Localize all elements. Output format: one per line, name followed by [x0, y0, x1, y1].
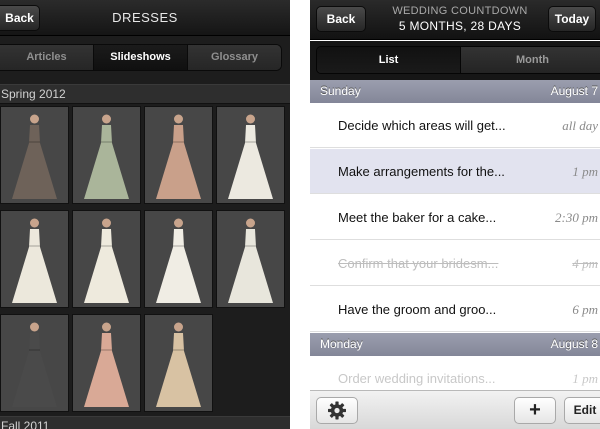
tab-list[interactable]: List: [317, 47, 461, 73]
view-segmented-control: List Month: [316, 46, 600, 74]
dress-thumbnail[interactable]: [144, 314, 213, 412]
dresses-nav-bar: Back DRESSES: [0, 0, 290, 36]
dress-thumbnail[interactable]: [144, 106, 213, 204]
task-title: Have the groom and groo...: [338, 302, 497, 317]
page-title: DRESSES: [112, 10, 178, 25]
dress-thumbnail[interactable]: [216, 106, 285, 204]
dress-thumbnail[interactable]: [0, 314, 69, 412]
day-date: August 7: [550, 84, 598, 98]
task-time: all day: [562, 118, 598, 133]
gear-icon: [328, 401, 346, 420]
countdown-title: WEDDING COUNTDOWN: [392, 5, 528, 17]
task-title: Make arrangements for the...: [338, 164, 505, 179]
dress-photo: [217, 211, 284, 307]
dress-photo: [217, 107, 284, 203]
dress-photo: [1, 107, 68, 203]
dress-thumbnail[interactable]: [72, 210, 141, 308]
back-button[interactable]: Back: [0, 5, 40, 31]
dresses-screen: Back DRESSES Articles Slideshows Glossar…: [0, 0, 290, 429]
countdown-remaining: 5 MONTHS, 28 DAYS: [398, 19, 522, 33]
dress-photo: [145, 107, 212, 203]
task-time: 2:30 pm: [555, 210, 598, 225]
task-time: 1 pm: [572, 164, 598, 179]
dress-thumbnail[interactable]: [216, 210, 285, 308]
task-row-completed[interactable]: Confirm that your bridesm... 4 pm: [310, 241, 600, 286]
dress-photo: [145, 211, 212, 307]
day-date: August 8: [550, 337, 598, 351]
dress-thumbnail[interactable]: [72, 314, 141, 412]
dress-thumbnail[interactable]: [72, 106, 141, 204]
section-header-spring-2012: Spring 2012: [0, 84, 290, 104]
dress-photo: [73, 107, 140, 203]
add-task-button[interactable]: +: [514, 397, 556, 424]
section-header-fall-2011: Fall 2011: [0, 416, 290, 429]
countdown-screen: Back WEDDING COUNTDOWN 5 MONTHS, 28 DAYS…: [310, 0, 600, 429]
edit-button[interactable]: Edit: [564, 397, 600, 424]
day-header-monday: Monday August 8: [310, 333, 600, 356]
day-name: Monday: [320, 337, 363, 351]
view-switcher-bar: List Month: [310, 41, 600, 80]
task-row-selected[interactable]: Make arrangements for the... 1 pm: [310, 149, 600, 194]
dress-photo: [145, 315, 212, 411]
settings-button[interactable]: [316, 397, 358, 424]
tab-articles[interactable]: Articles: [0, 45, 94, 70]
dress-photo: [1, 315, 68, 411]
task-title: Confirm that your bridesm...: [338, 256, 499, 271]
dress-photo: [73, 211, 140, 307]
task-row[interactable]: Have the groom and groo... 6 pm: [310, 287, 600, 332]
task-row[interactable]: Decide which areas will get... all day: [310, 103, 600, 148]
day-name: Sunday: [320, 84, 361, 98]
tab-month[interactable]: Month: [461, 47, 600, 73]
task-time: 6 pm: [572, 302, 598, 317]
bottom-toolbar: + Edit: [310, 390, 600, 429]
task-title: Decide which areas will get...: [338, 118, 506, 133]
task-title: Meet the baker for a cake...: [338, 210, 497, 225]
dress-photo: [73, 315, 140, 411]
day-header-sunday: Sunday August 7: [310, 80, 600, 103]
dress-photo: [1, 211, 68, 307]
countdown-nav-bar: Back WEDDING COUNTDOWN 5 MONTHS, 28 DAYS…: [310, 0, 600, 40]
task-row[interactable]: Meet the baker for a cake... 2:30 pm: [310, 195, 600, 240]
dress-thumbnail[interactable]: [0, 210, 69, 308]
tab-slideshows[interactable]: Slideshows: [94, 45, 188, 70]
task-time: 4 pm: [572, 256, 598, 271]
today-button[interactable]: Today: [548, 6, 596, 32]
tab-glossary[interactable]: Glossary: [188, 45, 281, 70]
dress-thumbnail[interactable]: [144, 210, 213, 308]
dresses-segmented-control: Articles Slideshows Glossary: [0, 44, 282, 71]
back-button[interactable]: Back: [316, 6, 366, 32]
dress-thumbnail[interactable]: [0, 106, 69, 204]
